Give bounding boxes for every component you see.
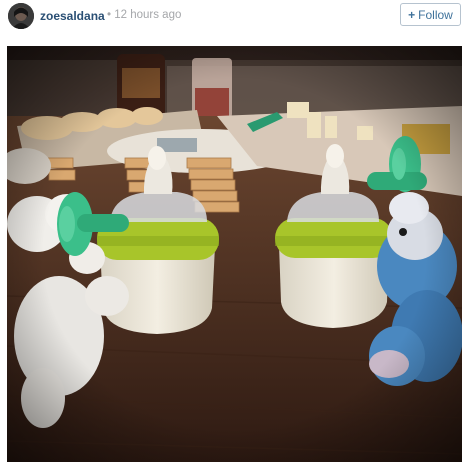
photo-image xyxy=(7,46,462,462)
post-timestamp: • 12 hours ago xyxy=(107,9,182,21)
plus-icon: + xyxy=(408,7,416,22)
post-photo[interactable] xyxy=(7,46,462,462)
username-link[interactable]: zoesaldana xyxy=(40,9,105,23)
instagram-post-card: zoesaldana • 12 hours ago + Follow xyxy=(0,0,474,476)
post-header: zoesaldana • 12 hours ago + Follow xyxy=(0,0,474,32)
avatar-image xyxy=(8,3,34,29)
follow-button-label: Follow xyxy=(418,7,453,22)
post-footer-spacer xyxy=(0,462,474,476)
avatar[interactable] xyxy=(8,3,34,29)
follow-button[interactable]: + Follow xyxy=(400,3,461,26)
